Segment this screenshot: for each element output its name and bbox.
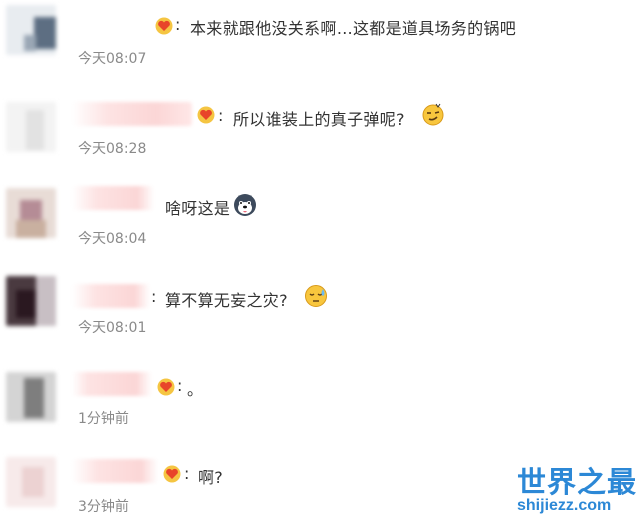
- comment-time: 今天08:28: [78, 141, 147, 157]
- sweat-emoji-icon: [304, 284, 328, 308]
- watermark-logo: 世界之最: [517, 465, 638, 499]
- username[interactable]: [72, 284, 150, 308]
- avatar[interactable]: [6, 457, 56, 507]
- comment-time: 今天08:04: [78, 231, 147, 247]
- comment-item: : 。 1分钟前: [0, 360, 640, 445]
- colon: :: [184, 464, 190, 483]
- colon: :: [175, 15, 181, 34]
- comment-item: 啥呀这是 今天08:04: [0, 180, 640, 260]
- watermark-url: shijiezz.com: [517, 497, 612, 514]
- comment-time: 今天08:07: [78, 51, 147, 67]
- comment-text: 啥呀这是: [165, 199, 231, 218]
- colon: :: [177, 376, 183, 395]
- smirk-emoji-icon: [421, 102, 445, 126]
- comment-item: : 所以谁装上的真子弹呢? 今天08:28: [0, 90, 640, 180]
- username[interactable]: [72, 372, 152, 396]
- comment-time: 3分钟前: [78, 499, 129, 515]
- comment-text: 所以谁装上的真子弹呢?: [233, 110, 405, 129]
- avatar[interactable]: [6, 5, 56, 55]
- comment-time: 今天08:01: [78, 320, 147, 336]
- comment-text: 本来就跟他没关系啊…这都是道具场务的锅吧: [190, 19, 517, 38]
- username[interactable]: [72, 186, 154, 210]
- heart-badge-icon: [196, 106, 216, 124]
- husky-emoji-icon: [233, 193, 257, 217]
- avatar[interactable]: [6, 276, 56, 326]
- comment-text: 。: [187, 380, 204, 399]
- colon: :: [218, 106, 224, 125]
- heart-badge-icon: [154, 17, 174, 35]
- comment-text: 算不算无妄之灾?: [165, 291, 288, 310]
- colon: :: [151, 287, 157, 306]
- avatar[interactable]: [6, 188, 56, 238]
- avatar[interactable]: [6, 102, 56, 152]
- heart-badge-icon: [162, 465, 182, 483]
- avatar[interactable]: [6, 372, 56, 422]
- comment-item: : 算不算无妄之灾? 今天08:01: [0, 260, 640, 360]
- username[interactable]: [72, 459, 158, 483]
- heart-badge-icon: [156, 378, 176, 396]
- comment-text: 啊?: [198, 468, 224, 487]
- username[interactable]: [72, 102, 192, 126]
- comment-time: 1分钟前: [78, 411, 129, 427]
- comment-item: : 本来就跟他没关系啊…这都是道具场务的锅吧 今天08:07: [0, 0, 640, 90]
